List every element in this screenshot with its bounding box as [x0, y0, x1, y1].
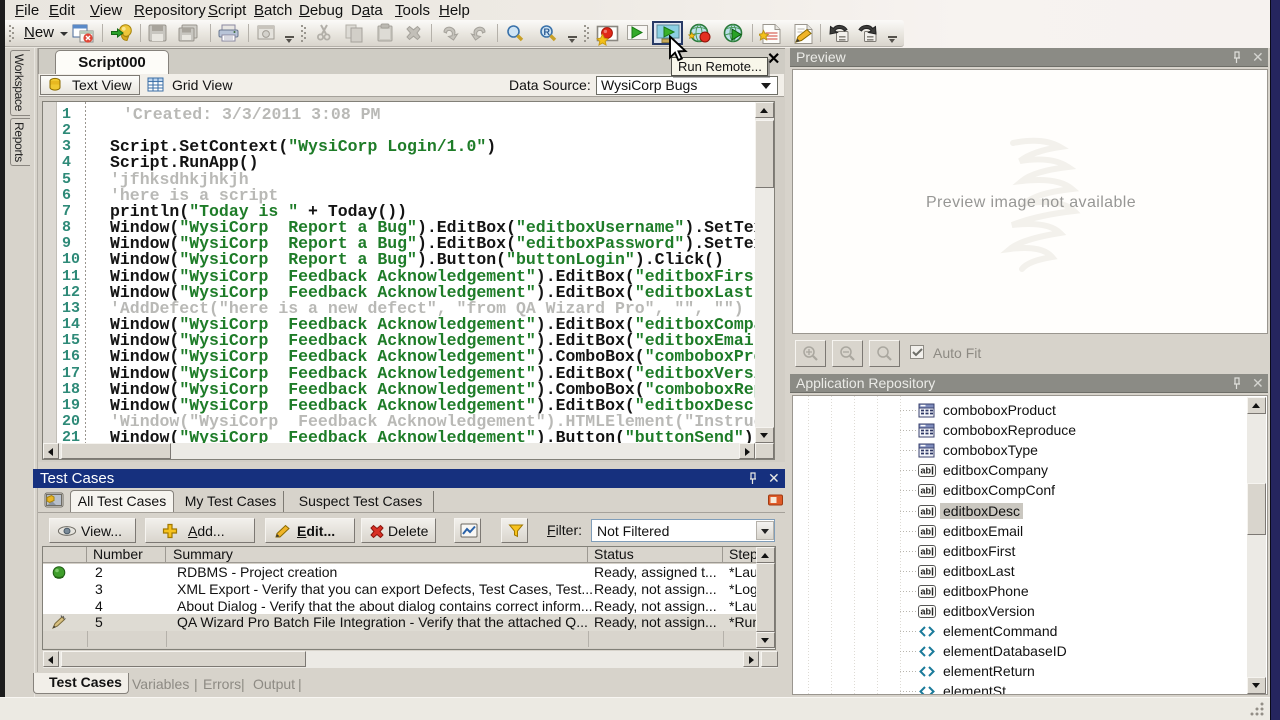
svg-text:ab: ab — [921, 486, 932, 496]
svg-text:ab: ab — [921, 466, 932, 476]
svg-text:ab: ab — [921, 526, 932, 536]
svg-text:R: R — [544, 27, 551, 37]
svg-text:ab: ab — [921, 506, 932, 516]
svg-text:ab: ab — [921, 566, 932, 576]
svg-text:ab: ab — [921, 586, 932, 596]
svg-text:ab: ab — [921, 546, 932, 556]
svg-text:ab: ab — [921, 607, 932, 617]
